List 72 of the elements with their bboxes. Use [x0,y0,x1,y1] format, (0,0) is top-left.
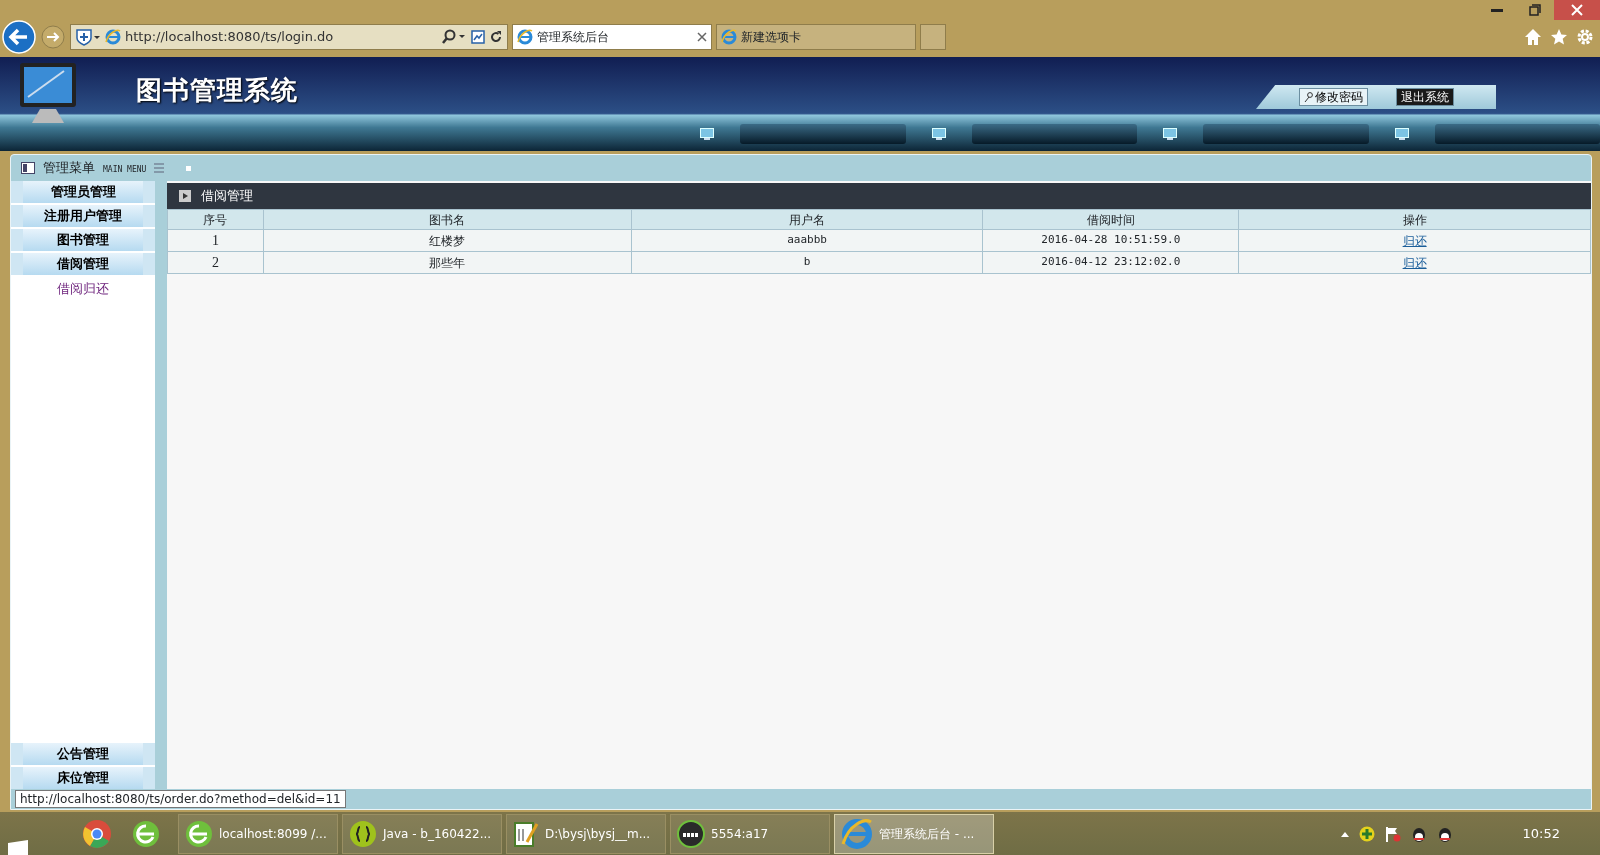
play-icon [179,190,191,202]
monitor-icon [1394,128,1409,140]
column-header: 序号 [167,209,264,230]
restore-icon[interactable] [1529,4,1541,16]
column-header: 操作 [1238,209,1591,230]
notepad-icon [513,819,539,848]
address-bar[interactable]: http://localhost:8080/ts/login.do [70,24,508,50]
ie-logo-icon [841,817,873,850]
key-icon [1303,92,1313,103]
return-link[interactable]: 归还 [1402,255,1427,270]
braces-icon [349,819,377,848]
back-button[interactable] [2,20,36,54]
close-button[interactable] [1554,0,1600,20]
shield-icon[interactable] [75,28,101,46]
penguin-icon[interactable] [1410,825,1427,842]
settings-icon[interactable] [1576,28,1594,46]
sidebar-subitem[interactable]: 借阅归还 [11,277,155,303]
forward-button[interactable] [40,24,66,50]
taskbar-button[interactable]: 5554:a17 [670,813,830,854]
plus-circle-icon[interactable] [1358,825,1375,842]
sidebar-item[interactable]: 管理员管理 [11,181,155,203]
taskbar-button[interactable]: Java - b_160422... [342,813,502,854]
table-cell: 红楼梦 [263,229,632,252]
home-icon[interactable] [1524,28,1542,46]
taskbar-button[interactable]: localhost:8099 /... [178,813,338,854]
minimize-icon[interactable] [1491,8,1503,12]
search-icon[interactable] [441,29,467,45]
menu-panel-icon [21,162,35,174]
browser-tab[interactable]: 新建选项卡 [716,24,916,50]
content-title: 借阅管理 [201,187,253,206]
table-cell: 2016-04-28 10:51:59.0 [982,229,1239,252]
chrome-icon[interactable] [82,818,112,849]
penguin-icon[interactable] [1436,825,1453,842]
table-cell: aaabbb [631,229,983,252]
address-text: http://localhost:8080/ts/login.do [125,28,335,47]
column-header: 用户名 [631,209,983,230]
column-header: 图书名 [263,209,632,230]
compat-icon[interactable] [471,30,485,44]
return-link[interactable]: 归还 [1402,233,1427,248]
table-cell: 2016-04-12 23:12:02.0 [982,251,1239,274]
flag-icon[interactable] [1384,825,1401,842]
browser-tab[interactable]: 管理系统后台 [512,24,712,50]
table-cell: 那些年 [263,251,632,274]
sidebar-item[interactable]: 图书管理 [11,229,155,251]
terminal-icon [677,819,705,848]
sidebar-item[interactable]: 公告管理 [11,743,155,765]
ie-logo-icon [721,29,737,45]
star-icon[interactable] [1550,28,1568,46]
logout-button[interactable]: 退出系统 [1395,88,1454,106]
ie-logo-icon [517,29,533,45]
table-cell: 2 [167,251,264,274]
caret-icon[interactable] [1340,830,1349,837]
status-tooltip: http://localhost:8080/ts/order.do?method=del&id=11 [15,790,346,808]
change-password-button[interactable]: 修改密码 [1298,88,1368,106]
ie-logo-icon [105,29,121,45]
close-tab-icon[interactable] [697,32,707,42]
taskbar-button[interactable]: D:\bysj\bysj__m... [506,813,666,854]
column-header: 借阅时间 [982,209,1239,230]
menu-title: 管理菜单 [43,159,95,178]
sidebar-item[interactable]: 床位管理 [11,767,155,789]
menu-subtitle: MAIN MENU [103,164,147,176]
monitor-icon [700,128,714,140]
close-icon [1571,4,1583,16]
table-cell: 1 [167,229,264,252]
sidebar-item[interactable]: 注册用户管理 [11,205,155,227]
sidebar-item[interactable]: 借阅管理 [11,253,155,275]
refresh-icon[interactable] [489,30,503,44]
clock-time: 10:52 [1522,824,1560,843]
table-cell: b [631,251,983,274]
app-title: 图书管理系统 [136,74,298,107]
monitor-icon [1163,128,1177,140]
monitor-icon [931,128,946,140]
